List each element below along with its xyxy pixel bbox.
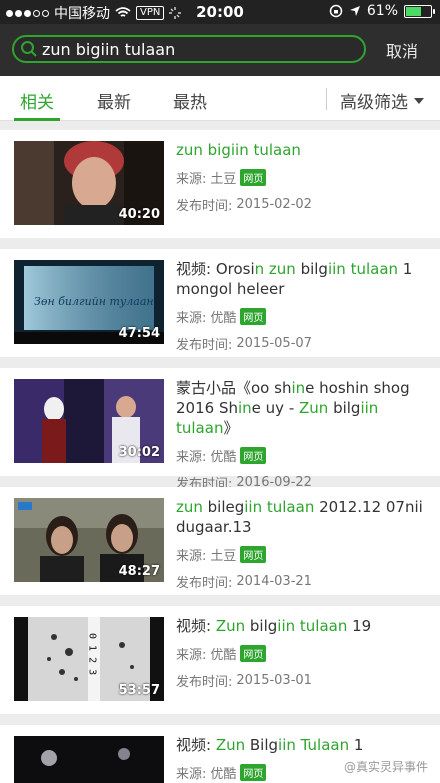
watermark: @真实灵异事件 [343, 760, 428, 774]
video-thumbnail[interactable]: 40:20 [14, 141, 164, 225]
video-thumbnail[interactable]: 48:27 [14, 498, 164, 582]
result-date: 发布时间: 2015-03-01 [176, 673, 312, 690]
caret-down-icon [414, 97, 424, 104]
result-source: 来源: 土豆 网页 [176, 168, 426, 187]
result-title[interactable]: zun bigiin tulaan [176, 140, 426, 160]
title-text: bilg [328, 399, 361, 417]
web-badge: 网页 [240, 447, 267, 464]
title-highlight: Zun [215, 617, 246, 635]
result-title[interactable]: 视频: Zun Bilgiin Tulaan 1 [176, 735, 426, 755]
battery-icon [404, 4, 435, 18]
web-badge: 网页 [240, 308, 267, 325]
title-highlight: Zun [215, 736, 246, 754]
battery-percent: 61% [366, 3, 398, 19]
title-text: 蒙古小品《oo sh [176, 379, 292, 397]
search-input[interactable]: zun bigiin tulaan [12, 35, 366, 63]
result-title[interactable]: 蒙古小品《oo shine hoshin shog 2016 Shine uy … [176, 378, 426, 438]
status-bar: 中国移动 VPN 20:00 61% [0, 0, 440, 24]
title-text: 19 [347, 617, 372, 635]
result-date: 发布时间: 2015-05-07 [176, 336, 312, 353]
title-text: e uy - [251, 399, 300, 417]
result-title[interactable]: 视频: Zun bilgiin tulaan 19 [176, 616, 426, 636]
filter-tabs: 相关 最新 最热 高级筛选 [0, 76, 440, 121]
title-text: 视频: [176, 736, 216, 754]
web-badge: 网页 [240, 546, 267, 563]
result-info: zun bilegiin tulaan 2012.12 07nii dugaar… [176, 497, 426, 591]
result-info: 视频: Orosin zun bilgiin tulaan 1 mongol h… [176, 259, 426, 353]
video-thumbnail[interactable]: 0 1 2 3 53:57 [14, 617, 164, 701]
result-source: 来源: 土豆 网页 [176, 545, 426, 564]
title-text: 1 [349, 736, 364, 754]
video-thumbnail[interactable] [14, 736, 164, 783]
tab-divider [326, 88, 327, 110]
title-text: 视频: [176, 617, 216, 635]
title-highlight: Zun [299, 399, 329, 417]
result-card[interactable]: 48:27 zun bilegiin tulaan 2012.12 07nii … [0, 487, 440, 595]
tab-relevant[interactable]: 相关 [20, 88, 54, 113]
advanced-filter-button[interactable]: 高级筛选 [340, 88, 424, 113]
title-text: bilg [295, 260, 328, 278]
rotation-lock-icon [329, 4, 343, 18]
result-title[interactable]: zun bilegiin tulaan 2012.12 07nii dugaar… [176, 497, 426, 537]
title-text: 》 [223, 419, 239, 437]
title-highlight: zun bigiin tulaan [176, 141, 301, 159]
result-card[interactable]: 30:02 蒙古小品《oo shine hoshin shog 2016 Shi… [0, 368, 440, 492]
title-highlight: iin tulaan [277, 617, 348, 635]
result-info: 视频: Zun bilgiin tulaan 19 来源: 优酷 网页 发布时间:… [176, 616, 426, 690]
result-source: 来源: 优酷 网页 [176, 307, 426, 326]
advanced-filter-label: 高级筛选 [340, 93, 408, 113]
web-badge: 网页 [240, 645, 267, 662]
result-info: 蒙古小品《oo shine hoshin shog 2016 Shine uy … [176, 378, 426, 492]
title-highlight: in [291, 379, 306, 397]
result-card[interactable]: 0 1 2 3 53:57 视频: Zun bilgiin tulaan 19 … [0, 606, 440, 714]
result-source: 来源: 优酷 网页 [176, 446, 426, 465]
video-duration: 48:27 [118, 564, 160, 579]
tab-hottest[interactable]: 最热 [173, 88, 207, 113]
result-date: 发布时间: 2014-03-21 [176, 574, 312, 591]
video-duration: 47:54 [118, 326, 160, 341]
video-duration: 30:02 [118, 445, 160, 460]
search-query[interactable]: zun bigiin tulaan [42, 40, 175, 59]
cancel-button[interactable]: 取消 [386, 38, 418, 62]
web-badge: 网页 [240, 764, 267, 781]
search-header: zun bigiin tulaan 取消 [0, 24, 440, 76]
search-icon [21, 41, 37, 57]
thumbnail-caption: Зөн билгийн тулаан [34, 295, 154, 308]
video-thumbnail[interactable]: 30:02 [14, 379, 164, 463]
video-duration: 40:20 [118, 207, 160, 222]
title-highlight: iin Tulaan [278, 736, 350, 754]
result-title[interactable]: 视频: Orosin zun bilgiin tulaan 1 mongol h… [176, 259, 426, 299]
result-card[interactable]: Зөн билгийн тулаан 47:54 视频: Orosin zun … [0, 249, 440, 357]
title-text: bileg [202, 498, 245, 516]
result-date: 发布时间: 2015-02-02 [176, 197, 312, 214]
ruler-text: 0 1 2 3 [87, 633, 98, 675]
video-duration: 53:57 [118, 683, 160, 698]
result-info: zun bigiin tulaan 来源: 土豆 网页 发布时间: 2015-02-… [176, 140, 426, 214]
title-text: Bilg [245, 736, 279, 754]
title-text: bilg [245, 617, 278, 635]
title-highlight: iin tulaan [244, 498, 315, 516]
location-icon [349, 6, 360, 16]
web-badge: 网页 [240, 169, 267, 186]
title-highlight: iin tulaan [327, 260, 399, 278]
active-tab-indicator [14, 118, 60, 121]
title-highlight: n zun [254, 260, 296, 278]
result-source: 来源: 优酷 网页 [176, 644, 426, 663]
thumbnail-image [14, 736, 164, 783]
result-card[interactable]: 视频: Zun Bilgiin Tulaan 1 来源: 优酷 网页 @真实灵异事… [0, 725, 440, 783]
video-thumbnail[interactable]: Зөн билгийн тулаан 47:54 [14, 260, 164, 344]
title-highlight: in [237, 399, 252, 417]
title-highlight: zun [176, 498, 203, 516]
tab-latest[interactable]: 最新 [97, 88, 131, 113]
title-text: 视频: Orosi [176, 260, 255, 278]
result-card[interactable]: 40:20 zun bigiin tulaan 来源: 土豆 网页 发布时间: 20… [0, 130, 440, 238]
